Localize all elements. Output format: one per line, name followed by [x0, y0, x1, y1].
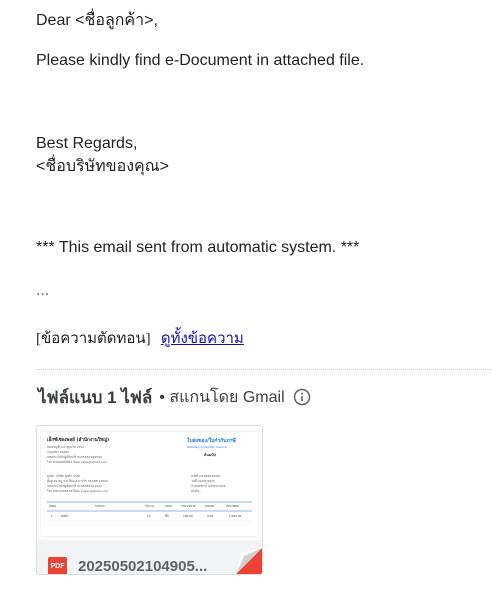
preview-table-cell: 0.00 — [207, 514, 213, 518]
attachments-header: ไฟล์แนบ 1 ไฟล์ • สแกนโดย Gmail — [38, 386, 311, 408]
email-body-text: Please kindly find e-Document in attache… — [36, 52, 365, 69]
preview-table-header: จำนวนเงิน — [226, 504, 239, 508]
attachments-count-title: ไฟล์แนบ 1 ไฟล์ — [38, 387, 153, 407]
preview-table-header: ลำดับ — [49, 504, 56, 508]
preview-doc-title: ใบส่งของ/ใบกำกับภาษี — [187, 437, 237, 444]
page-fold-corner-icon — [236, 548, 262, 574]
preview-meta-line: กำหนดชำระ 02/05/2025 — [191, 484, 226, 488]
preview-table-cell: 100.00 — [183, 514, 193, 518]
preview-table-header: จำนวน — [145, 504, 154, 508]
preview-meta-line: วันที่ 02/05/2025 — [191, 479, 215, 483]
preview-table-header: หน่วย — [165, 504, 172, 508]
email-company-placeholder: <ชื่อบริษัทของคุณ> — [36, 158, 169, 175]
view-entire-message-link[interactable]: ดูทั้งข้อความ — [161, 331, 244, 347]
preview-table-header: รายการ — [95, 504, 105, 508]
attachment-footer[interactable]: PDF 20250502104905... — [37, 540, 262, 574]
attachment-preview-thumbnail[interactable]: เอ็กซ์เซลเพลย์ (สำนักงานใหญ่) 999 หมู่ที… — [37, 426, 262, 540]
email-auto-notice: *** This email sent from automatic syste… — [36, 239, 360, 256]
preview-table-cell: 1 — [51, 514, 53, 518]
preview-copy-label: ต้นฉบับ — [204, 452, 217, 457]
email-ellipsis: ... — [36, 282, 50, 299]
preview-customer-line: ลูกค้า: บริษัท ลูกค้า จำกัด — [47, 474, 80, 478]
preview-doc-subtitle: Delivery Order/Tax Invoice — [187, 445, 227, 449]
preview-table-header: ราคา/หน่วย — [181, 504, 196, 508]
attachments-scan-note: • สแกนโดย Gmail — [159, 388, 285, 406]
preview-customer-line: โทร 0812345678 อีเมล buyer@email.com — [47, 489, 108, 493]
trimmed-message-label: [ข้อความตัดทอน] — [36, 331, 151, 347]
preview-meta-line: อ้างอิง - — [191, 489, 201, 493]
trimmed-message-row: [ข้อความตัดทอน] ดูทั้งข้อความ — [36, 329, 244, 349]
attachment-filename: 20250502104905... — [78, 558, 208, 575]
email-greeting: Dear <ชื่อลูกค้า>, — [36, 12, 158, 29]
preview-table-cell: สินค้า — [61, 514, 69, 518]
preview-table-cell: 1,000.00 — [229, 514, 242, 518]
preview-company-name: เอ็กซ์เซลเพลย์ (สำนักงานใหญ่) — [47, 435, 109, 443]
preview-table-cell: ชิ้น — [165, 514, 169, 518]
preview-table-header: ส่วนลด — [205, 504, 214, 508]
preview-meta-line: เลขที่ IV2025050001 — [191, 474, 221, 478]
preview-company-line: เลขประจำตัวผู้เสียภาษี 0105567999999 — [47, 455, 102, 459]
info-icon[interactable] — [293, 388, 311, 406]
attachments-divider — [36, 369, 492, 370]
attachment-card[interactable]: เอ็กซ์เซลเพลย์ (สำนักงานใหญ่) 999 หมู่ที… — [36, 425, 263, 575]
pdf-file-icon: PDF — [48, 557, 67, 574]
preview-customer-line: เลขประจำตัวผู้เสียภาษี 0105567011223 — [47, 484, 102, 488]
preview-company-line: โทร 0999999999 อีเมล sales@email.com — [47, 460, 107, 464]
preview-table-cell: 10 — [147, 514, 151, 518]
email-closing: Best Regards, — [36, 135, 138, 152]
